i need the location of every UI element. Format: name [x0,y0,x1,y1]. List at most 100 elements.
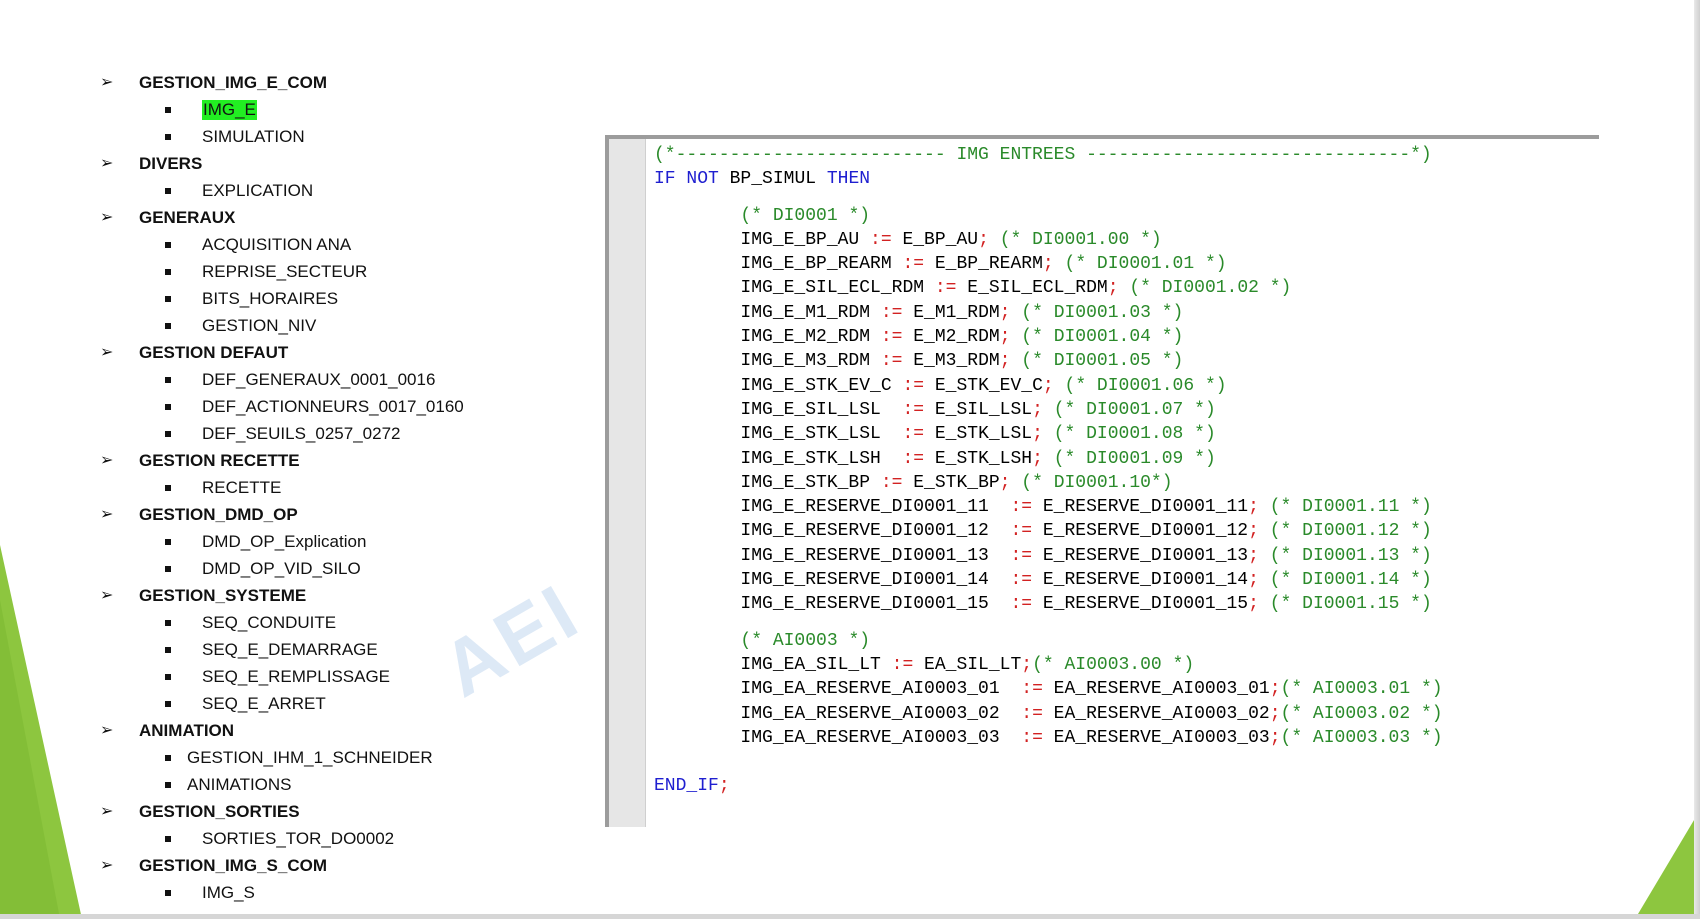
assign-operator: := [902,448,925,469]
tree-item[interactable]: DMD_OP_VID_SILO [100,556,580,583]
assign-operator: := [1010,570,1033,591]
code-line: IMG_EA_SIL_LT := EA_SIL_LT;(* AI0003.00 … [654,653,1443,677]
tree-item-label: ANIMATIONS [187,775,292,794]
code-spacer [654,617,1443,629]
arrow-bullet-icon: ➢ [100,720,114,739]
line-comment: (* DI0001.01 *) [1064,254,1227,275]
rhs-variable: E_RESERVE_DI0001_15 [1032,594,1249,615]
keyword: IF [654,169,676,190]
line-comment: (* DI0001.02 *) [1129,278,1292,299]
square-bullet-icon [165,323,171,329]
line-comment: (* DI0001.03 *) [1021,302,1184,323]
tree-section-label: GESTION_SYSTEME [139,586,307,605]
tree-item[interactable]: GESTION_IHM_1_SCHNEIDER [100,745,580,772]
square-bullet-icon [165,107,171,113]
tree-section-label: GESTION RECETTE [139,451,300,470]
line-comment: (* AI0003.00 *) [1032,654,1195,675]
line-comment: (* DI0001.15 *) [1269,594,1432,615]
arrow-bullet-icon: ➢ [100,207,114,226]
tree-section[interactable]: ➢ DIVERS [100,151,580,178]
code-line: IMG_E_RESERVE_DI0001_12 := E_RESERVE_DI0… [654,519,1443,543]
code-line: (* DI0001 *) [654,204,1443,228]
line-comment: (* DI0001.05 *) [1021,351,1184,372]
lhs-variable: IMG_E_STK_BP [654,472,881,493]
tree-item[interactable]: RECETTE [100,475,580,502]
code-spacer [654,750,1443,774]
lhs-variable: IMG_E_M2_RDM [654,327,881,348]
tree-item[interactable]: EXPLICATION [100,178,580,205]
semicolon: ; [1032,448,1043,469]
tree-item-label: GESTION_IHM_1_SCHNEIDER [187,748,433,767]
semicolon: ; [1042,254,1054,275]
tree-item[interactable]: SEQ_E_ARRET [100,691,580,718]
right-green-shape [1635,810,1700,919]
tree-item[interactable]: DMD_OP_Explication [100,529,580,556]
code-text[interactable]: (*------------------------- IMG ENTREES … [654,143,1443,799]
tree-item[interactable]: DEF_ACTIONNEURS_0017_0160 [100,394,580,421]
tree-item[interactable]: REPRISE_SECTEUR [100,259,580,286]
rhs-variable: E_M1_RDM [902,302,1000,323]
tree-section[interactable]: ➢ ANIMATION [100,718,580,745]
tree-item[interactable]: IMG_S [100,880,580,907]
lhs-variable: IMG_E_RESERVE_DI0001_13 [654,545,1011,566]
code-line: IMG_E_M3_RDM := E_M3_RDM; (* DI0001.05 *… [654,349,1443,373]
lhs-variable: IMG_E_BP_AU [654,229,871,250]
tree-item[interactable]: GESTION_NIV [100,313,580,340]
code-line: IF NOT BP_SIMUL THEN [654,167,1443,191]
code-line: IMG_EA_RESERVE_AI0003_02 := EA_RESERVE_A… [654,702,1442,726]
tree-section[interactable]: ➢ GESTION RECETTE [100,448,580,475]
code-line: IMG_E_M2_RDM := E_M2_RDM; (* DI0001.04 *… [654,325,1443,349]
arrow-bullet-icon: ➢ [100,72,114,91]
semicolon: ; [1248,521,1259,542]
assign-operator: := [880,472,903,493]
square-bullet-icon [165,539,171,545]
tree-section[interactable]: ➢ GESTION_SORTIES [100,799,580,826]
square-bullet-icon [165,485,171,491]
rhs-variable: E_RESERVE_DI0001_12 [1032,521,1249,542]
line-comment: (* DI0001.07 *) [1053,399,1216,420]
semicolon: ; [999,327,1011,348]
tree-item-label: SEQ_E_DEMARRAGE [202,640,378,659]
tree-item[interactable]: ANIMATIONS [100,772,580,799]
tree-section[interactable]: ➢ GENERAUX [100,205,580,232]
code-gutter [609,139,646,827]
tree-item-label: RECETTE [202,478,282,497]
code-editor[interactable]: (*------------------------- IMG ENTREES … [605,135,1599,827]
tree-item-label: EXPLICATION [202,181,314,200]
semicolon: ; [978,229,989,250]
assign-operator: := [902,424,925,445]
tree-section[interactable]: ➢ GESTION DEFAUT [100,340,580,367]
semicolon: ; [1248,594,1259,615]
tree-item[interactable]: SIMULATION [100,124,580,151]
code-line: IMG_E_BP_REARM := E_BP_REARM; (* DI0001.… [654,252,1443,276]
tree-section[interactable]: ➢ GESTION_DMD_OP [100,502,580,529]
left-green-shape-shade [0,600,60,919]
assign-operator: := [1021,703,1043,724]
tree-item[interactable]: IMG_E [100,97,580,124]
tree-item[interactable]: SORTIES_TOR_DO0002 [100,826,580,853]
code-line: IMG_E_RESERVE_DI0001_11 := E_RESERVE_DI0… [654,495,1443,519]
code-line: (* AI0003 *) [654,629,1443,653]
square-bullet-icon [165,188,171,194]
arrow-bullet-icon: ➢ [100,801,114,820]
lhs-variable: IMG_E_STK_LSL [654,424,903,445]
tree-item[interactable]: BITS_HORAIRES [100,286,580,313]
tree-section[interactable]: ➢ GESTION_IMG_E_COM [100,70,580,97]
square-bullet-icon [165,431,171,437]
code-line: IMG_E_SIL_LSL := E_SIL_LSL; (* DI0001.07… [654,398,1443,422]
assign-operator: := [891,654,914,675]
line-comment: (* DI0001.08 *) [1053,424,1216,445]
tree-item[interactable]: DEF_SEUILS_0257_0272 [100,421,580,448]
lhs-variable: IMG_E_STK_EV_C [654,375,903,396]
tree-item[interactable]: ACQUISITION ANA [100,232,580,259]
tree-section[interactable]: ➢ GESTION_IMG_S_COM [100,853,580,880]
tree-item-label: DMD_OP_Explication [202,532,367,551]
tree-item[interactable]: DEF_GENERAUX_0001_0016 [100,367,580,394]
square-bullet-icon [165,647,171,653]
code-line: IMG_E_STK_BP := E_STK_BP; (* DI0001.10*) [654,471,1443,495]
assign-operator: := [1010,521,1033,542]
